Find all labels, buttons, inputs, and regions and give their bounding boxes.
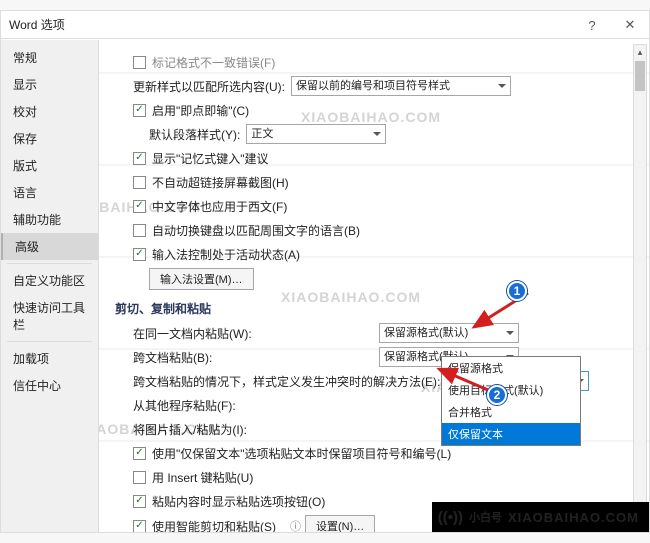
badge-1: 1 xyxy=(507,281,527,301)
label-use-insert: 用 Insert 键粘贴(U) xyxy=(152,469,253,486)
checkbox-show-memory[interactable] xyxy=(133,152,146,165)
badge-2: 2 xyxy=(487,385,507,405)
label-ime: 输入法控制处于活动状态(A) xyxy=(152,246,300,263)
sidebar-item-3[interactable]: 保存 xyxy=(1,125,98,152)
checkbox-ime[interactable] xyxy=(133,248,146,261)
title-bar: Word 选项 ? ✕ xyxy=(1,11,649,39)
smart-cut-settings-button[interactable]: 设置(N)… xyxy=(305,515,375,532)
label-no-hyperlink: 不自动超链接屏幕截图(H) xyxy=(152,174,289,191)
label-other-prog: 从其他程序粘贴(F): xyxy=(133,397,373,414)
ime-settings-button[interactable]: 输入法设置(M)… xyxy=(149,268,254,290)
sidebar-item-7[interactable]: 高级 xyxy=(1,233,98,260)
label-conflict: 跨文档粘贴的情况下，样式定义发生冲突时的解决方法(E): xyxy=(133,373,443,390)
section-cut-copy-paste: 剪切、复制和粘贴 xyxy=(115,300,631,317)
scrollbar[interactable]: ▴ ▾ xyxy=(633,44,647,528)
checkbox-keep-bullets[interactable] xyxy=(133,447,146,460)
dropdown-option-2[interactable]: 合并格式 xyxy=(442,401,580,423)
checkbox-use-insert[interactable] xyxy=(133,471,146,484)
word-options-dialog: Word 选项 ? ✕ 常规显示校对保存版式语言辅助功能高级自定义功能区快速访问… xyxy=(1,11,649,532)
label-cross-doc: 跨文档粘贴(B): xyxy=(133,349,373,366)
checkbox-cn-font[interactable] xyxy=(133,200,146,213)
label-show-memory: 显示"记忆式键入"建议 xyxy=(152,150,269,167)
combo-default-para[interactable]: 正文 xyxy=(246,124,386,144)
brand-url: XIAOBAIHAO.COM xyxy=(508,510,639,525)
label-smart-cut: 使用智能剪切和粘贴(S) xyxy=(152,518,276,533)
sidebar-item-10[interactable]: 加载项 xyxy=(1,345,98,372)
sidebar-item-5[interactable]: 语言 xyxy=(1,179,98,206)
sidebar-item-6[interactable]: 辅助功能 xyxy=(1,206,98,233)
label-default-para: 默认段落样式(Y): xyxy=(149,126,240,143)
label-update-style: 更新样式以匹配所选内容(U): xyxy=(133,78,285,95)
label-show-paste-btn: 粘贴内容时显示粘贴选项按钮(O) xyxy=(152,493,325,510)
checkbox-show-paste-btn[interactable] xyxy=(133,495,146,508)
checkbox-smart-cut[interactable] xyxy=(133,520,146,533)
label-insert-pic: 将图片插入/粘贴为(I): xyxy=(133,421,373,438)
label-mark-format: 标记格式不一致错误(F) xyxy=(152,54,275,71)
sidebar: 常规显示校对保存版式语言辅助功能高级自定义功能区快速访问工具栏加载项信任中心 xyxy=(1,40,99,532)
checkbox-auto-kb[interactable] xyxy=(133,224,146,237)
sidebar-item-4[interactable]: 版式 xyxy=(1,152,98,179)
sidebar-item-11[interactable]: 信任中心 xyxy=(1,372,98,399)
checkbox-mark-format[interactable] xyxy=(133,56,146,69)
label-click-type: 启用"即点即输"(C) xyxy=(152,102,249,119)
brand-banner: ((•)) 小白号 XIAOBAIHAO.COM xyxy=(432,502,649,532)
label-same-doc: 在同一文档内粘贴(W): xyxy=(133,325,373,342)
label-cn-font: 中文字体也应用于西文(F) xyxy=(152,198,287,215)
scroll-thumb[interactable] xyxy=(635,61,645,91)
label-auto-kb: 自动切换键盘以匹配周围文字的语言(B) xyxy=(152,222,360,239)
close-icon[interactable]: ✕ xyxy=(611,11,649,39)
sidebar-item-2[interactable]: 校对 xyxy=(1,98,98,125)
label-keep-bullets: 使用"仅保留文本"选项粘贴文本时保留项目符号和编号(L) xyxy=(152,445,451,462)
dropdown-option-3[interactable]: 仅保留文本 xyxy=(442,423,580,445)
dialog-title: Word 选项 xyxy=(9,16,65,33)
combo-update-style[interactable]: 保留以前的编号和项目符号样式 xyxy=(291,76,511,96)
checkbox-click-type[interactable] xyxy=(133,104,146,117)
scroll-up-icon[interactable]: ▴ xyxy=(634,45,646,59)
sidebar-item-8[interactable]: 自定义功能区 xyxy=(1,267,98,294)
info-icon: ⓘ xyxy=(290,518,301,532)
help-icon[interactable]: ? xyxy=(573,11,611,39)
sidebar-item-1[interactable]: 显示 xyxy=(1,71,98,98)
content-pane: ▴ ▾ 标记格式不一致错误(F) 更新样式以匹配所选内容(U): 保留以前的编号… xyxy=(99,40,649,532)
checkbox-no-hyperlink[interactable] xyxy=(133,176,146,189)
sidebar-item-9[interactable]: 快速访问工具栏 xyxy=(1,294,98,338)
sidebar-item-0[interactable]: 常规 xyxy=(1,44,98,71)
